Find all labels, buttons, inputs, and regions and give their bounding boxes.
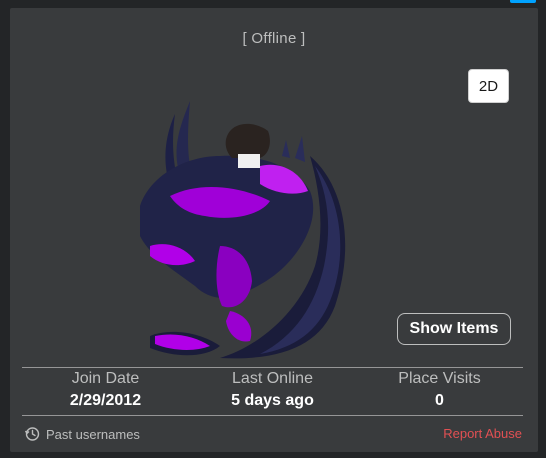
avatar-hair xyxy=(225,123,270,158)
history-clock-icon xyxy=(24,427,40,441)
show-items-button[interactable]: Show Items xyxy=(397,313,511,345)
past-usernames-link[interactable]: Past usernames xyxy=(24,425,140,443)
profile-panel: [ Offline ] 2D Show Items Join Date 2/29… xyxy=(10,8,538,452)
stat-value: 5 days ago xyxy=(231,392,314,409)
profile-stats: Join Date 2/29/2012 Last Online 5 days a… xyxy=(22,367,523,415)
toggle-2d-button[interactable]: 2D xyxy=(468,69,509,103)
stats-divider-bottom xyxy=(22,415,523,416)
stat-value: 0 xyxy=(435,392,444,409)
stat-last-online: Last Online 5 days ago xyxy=(189,367,356,415)
stat-label: Join Date xyxy=(71,370,140,387)
avatar-face xyxy=(238,154,260,168)
presence-status: [ Offline ] xyxy=(242,30,306,47)
avatar-foot-purple xyxy=(226,311,252,342)
avatar-spike-1 xyxy=(295,136,305,162)
stat-join-date: Join Date 2/29/2012 xyxy=(22,367,189,415)
top-strip xyxy=(0,0,546,8)
past-usernames-label: Past usernames xyxy=(46,426,140,442)
report-abuse-link[interactable]: Report Abuse xyxy=(443,426,522,441)
top-accent-bar xyxy=(510,0,536,3)
avatar-spike-2 xyxy=(282,140,290,158)
stat-place-visits: Place Visits 0 xyxy=(356,367,523,415)
stat-label: Place Visits xyxy=(398,370,481,387)
stat-value: 2/29/2012 xyxy=(69,392,142,409)
avatar-3d-thumbnail xyxy=(140,101,346,359)
stat-label: Last Online xyxy=(232,370,313,387)
